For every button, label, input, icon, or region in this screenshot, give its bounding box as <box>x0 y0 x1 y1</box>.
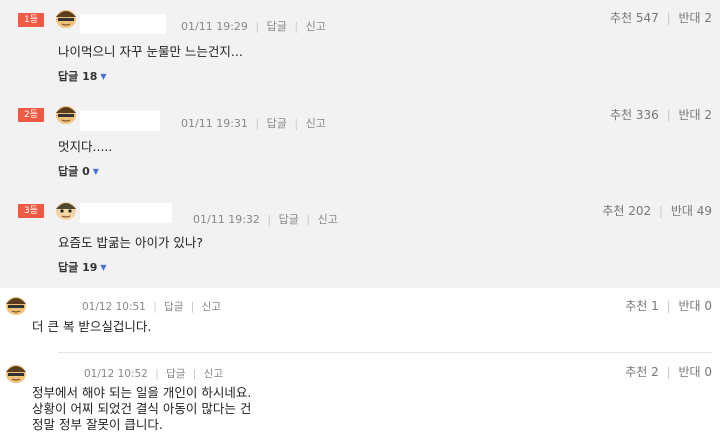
comment-date: 01/11 19:29 <box>181 20 248 33</box>
author-name-redacted <box>80 111 160 131</box>
avatar-icon <box>56 202 76 220</box>
comment-text: 요즘도 밥굶는 아이가 있나? <box>58 235 204 250</box>
vote-counts: 추천 202 | 반대 49 <box>602 202 712 219</box>
reply-link[interactable]: 답글 <box>166 368 185 380</box>
report-link[interactable]: 신고 <box>202 301 221 313</box>
comment-meta: 01/11 19:29 | 답글 | 신고 <box>181 18 326 34</box>
comment-date: 01/12 10:51 <box>82 301 146 313</box>
separator: | <box>192 368 197 380</box>
reply-link[interactable]: 답글 <box>267 20 287 33</box>
replies-count: 답글 18 <box>58 70 98 83</box>
caret-down-icon: ▼ <box>100 72 107 81</box>
separator: | <box>255 117 260 130</box>
separator: | <box>267 213 272 226</box>
vote-counts: 추천 2 | 반대 0 <box>625 363 712 380</box>
downvote-button[interactable]: 반대 0 <box>678 299 712 313</box>
downvote-button[interactable]: 반대 49 <box>671 204 712 218</box>
comment-meta: 01/12 10:51 | 답글 | 신고 <box>82 299 221 314</box>
report-link[interactable]: 신고 <box>306 117 326 130</box>
downvote-button[interactable]: 반대 0 <box>678 365 712 379</box>
rank-badge: 2등 <box>18 108 44 122</box>
author-name-redacted <box>80 203 172 223</box>
best-comment-2: 2등 01/11 19:31 | 답글 | 신고 추천 336 | 반대 2 멋… <box>0 96 720 192</box>
reply-link[interactable]: 답글 <box>279 213 299 226</box>
comment-date: 01/11 19:31 <box>181 117 248 130</box>
comment-text-line-1: 정부에서 해야 되는 일을 개인이 하시네요. <box>32 385 252 400</box>
avatar-icon <box>6 365 26 383</box>
replies-count: 답글 19 <box>58 261 98 274</box>
report-link[interactable]: 신고 <box>306 20 326 33</box>
upvote-button[interactable]: 추천 2 <box>625 365 659 379</box>
best-comment-1: 1등 01/11 19:29 | 답글 | 신고 추천 547 | 반대 2 나… <box>0 0 720 96</box>
comment-meta: 01/11 19:32 | 답글 | 신고 <box>193 211 338 227</box>
avatar-icon <box>56 10 76 28</box>
separator: | <box>666 11 671 25</box>
separator: | <box>666 299 671 313</box>
upvote-button[interactable]: 추천 547 <box>610 11 659 25</box>
comment-date: 01/12 10:52 <box>84 368 148 380</box>
comment-date: 01/11 19:32 <box>193 213 260 226</box>
separator: | <box>666 108 671 122</box>
replies-toggle[interactable]: 답글 19 ▼ <box>58 259 107 275</box>
replies-toggle[interactable]: 답글 18 ▼ <box>58 68 107 84</box>
replies-toggle[interactable]: 답글 0 ▼ <box>58 163 99 179</box>
report-link[interactable]: 신고 <box>318 213 338 226</box>
author-name-redacted <box>80 14 166 34</box>
best-comments-section: 1등 01/11 19:29 | 답글 | 신고 추천 547 | 반대 2 나… <box>0 0 720 288</box>
vote-counts: 추천 547 | 반대 2 <box>610 9 712 26</box>
avatar-icon <box>6 297 26 315</box>
reply-link[interactable]: 답글 <box>164 301 183 313</box>
reply-link[interactable]: 답글 <box>267 117 287 130</box>
upvote-button[interactable]: 추천 336 <box>610 108 659 122</box>
replies-count: 답글 0 <box>58 165 90 178</box>
comment-text: 나이먹으니 자꾸 눈물만 느는건지... <box>58 44 243 59</box>
separator: | <box>255 20 260 33</box>
vote-counts: 추천 1 | 반대 0 <box>625 297 712 314</box>
comment-text-line-2: 상황이 어찌 되었건 결식 아동이 많다는 건 <box>32 401 252 416</box>
caret-down-icon: ▼ <box>92 167 99 176</box>
vote-counts: 추천 336 | 반대 2 <box>610 106 712 123</box>
separator: | <box>153 301 157 313</box>
upvote-button[interactable]: 추천 1 <box>625 299 659 313</box>
separator: | <box>306 213 311 226</box>
separator: | <box>155 368 159 380</box>
comment-text: 멋지다..... <box>58 139 113 154</box>
comment-1: 01/12 10:51 | 답글 | 신고 추천 1 | 반대 0 더 큰 복 … <box>0 288 720 352</box>
separator: | <box>190 301 195 313</box>
caret-down-icon: ▼ <box>100 263 107 272</box>
downvote-button[interactable]: 반대 2 <box>678 11 712 25</box>
downvote-button[interactable]: 반대 2 <box>678 108 712 122</box>
upvote-button[interactable]: 추천 202 <box>602 204 651 218</box>
separator: | <box>666 365 671 379</box>
separator: | <box>658 204 663 218</box>
avatar-icon <box>56 106 76 124</box>
comment-text-line-3: 정말 정부 잘못이 큽니다. <box>32 417 163 432</box>
separator: | <box>294 117 299 130</box>
comment-meta: 01/12 10:52 | 답글 | 신고 <box>84 366 223 381</box>
rank-badge: 3등 <box>18 204 44 218</box>
comment-meta: 01/11 19:31 | 답글 | 신고 <box>181 115 326 131</box>
comment-text: 더 큰 복 받으실겁니다. <box>32 319 152 334</box>
separator: | <box>294 20 299 33</box>
report-link[interactable]: 신고 <box>204 368 223 380</box>
comment-2: 01/12 10:52 | 답글 | 신고 추천 2 | 반대 0 정부에서 해… <box>0 353 720 442</box>
best-comment-3: 3등 01/11 19:32 | 답글 | 신고 추천 202 | 반대 49 … <box>0 192 720 288</box>
rank-badge: 1등 <box>18 13 44 27</box>
